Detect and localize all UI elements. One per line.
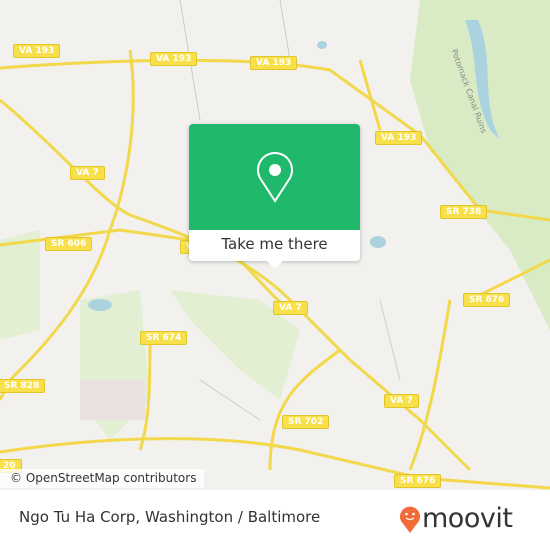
- road-label: SR 828: [0, 379, 46, 393]
- road-label: SR 676: [463, 293, 511, 307]
- road-label: VA 7: [70, 166, 105, 180]
- road-label: SR 702: [282, 415, 330, 429]
- logo-text: moovit: [422, 503, 513, 534]
- footer: Ngo Tu Ha Corp, Washington / Baltimore m…: [0, 490, 550, 550]
- road-label: SR 674: [140, 331, 188, 345]
- popup: Take me there: [189, 124, 360, 269]
- place-title: Ngo Tu Ha Corp, Washington / Baltimore: [19, 508, 321, 526]
- map-pin-icon: [256, 152, 293, 203]
- road-label: VA 7: [384, 394, 419, 408]
- road-label: SR 676: [394, 474, 442, 488]
- road-label: VA 193: [250, 56, 298, 70]
- popup-tail: [267, 261, 283, 269]
- moovit-logo: moovit: [398, 503, 513, 534]
- moovit-pin-icon: [400, 506, 420, 533]
- road-label: VA 193: [375, 131, 423, 145]
- road-label: VA 193: [150, 52, 198, 66]
- road-label: SR 738: [440, 205, 488, 219]
- road-label: SR 606: [45, 237, 93, 251]
- road-label: VA 193: [13, 44, 61, 58]
- attribution[interactable]: © OpenStreetMap contributors: [0, 469, 205, 488]
- road-label: VA 7: [273, 301, 308, 315]
- take-me-there-button[interactable]: Take me there: [189, 230, 360, 261]
